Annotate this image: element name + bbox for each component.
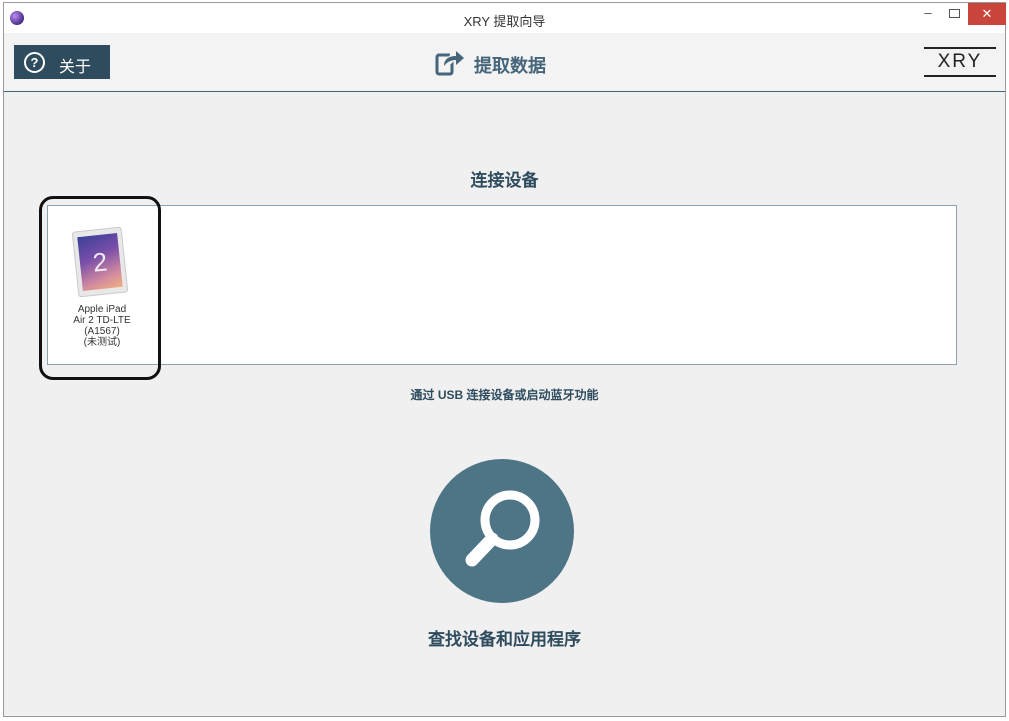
- connection-hint: 通过 USB 连接设备或启动蓝牙功能: [410, 388, 599, 402]
- search-icon: [465, 490, 540, 567]
- title-bar: XRY 提取向导 – ✕: [4, 3, 1006, 33]
- export-icon: [435, 51, 464, 76]
- device-list-panel: 2 Apple iPad Air 2 TD-LTE (A1567) (未测试): [47, 205, 957, 365]
- connect-device-title: 连接设备: [470, 171, 539, 190]
- help-icon: ?: [24, 52, 45, 73]
- maximize-button[interactable]: [942, 3, 966, 25]
- device-highlight-outline: [39, 196, 161, 380]
- about-label: 关于: [59, 59, 92, 76]
- xry-logo: XRY: [924, 47, 996, 77]
- header-bar: ? 关于 提取数据 XRY: [4, 33, 1005, 92]
- window-title: XRY 提取向导: [463, 14, 546, 29]
- extract-data-label: 提取数据: [474, 56, 546, 76]
- search-devices-label[interactable]: 查找设备和应用程序: [0, 625, 1009, 650]
- search-devices-button[interactable]: [430, 459, 574, 603]
- close-button[interactable]: ✕: [968, 3, 1006, 25]
- minimize-button[interactable]: –: [916, 5, 940, 27]
- about-button[interactable]: ? 关于: [14, 45, 110, 79]
- maximize-icon: [948, 9, 960, 18]
